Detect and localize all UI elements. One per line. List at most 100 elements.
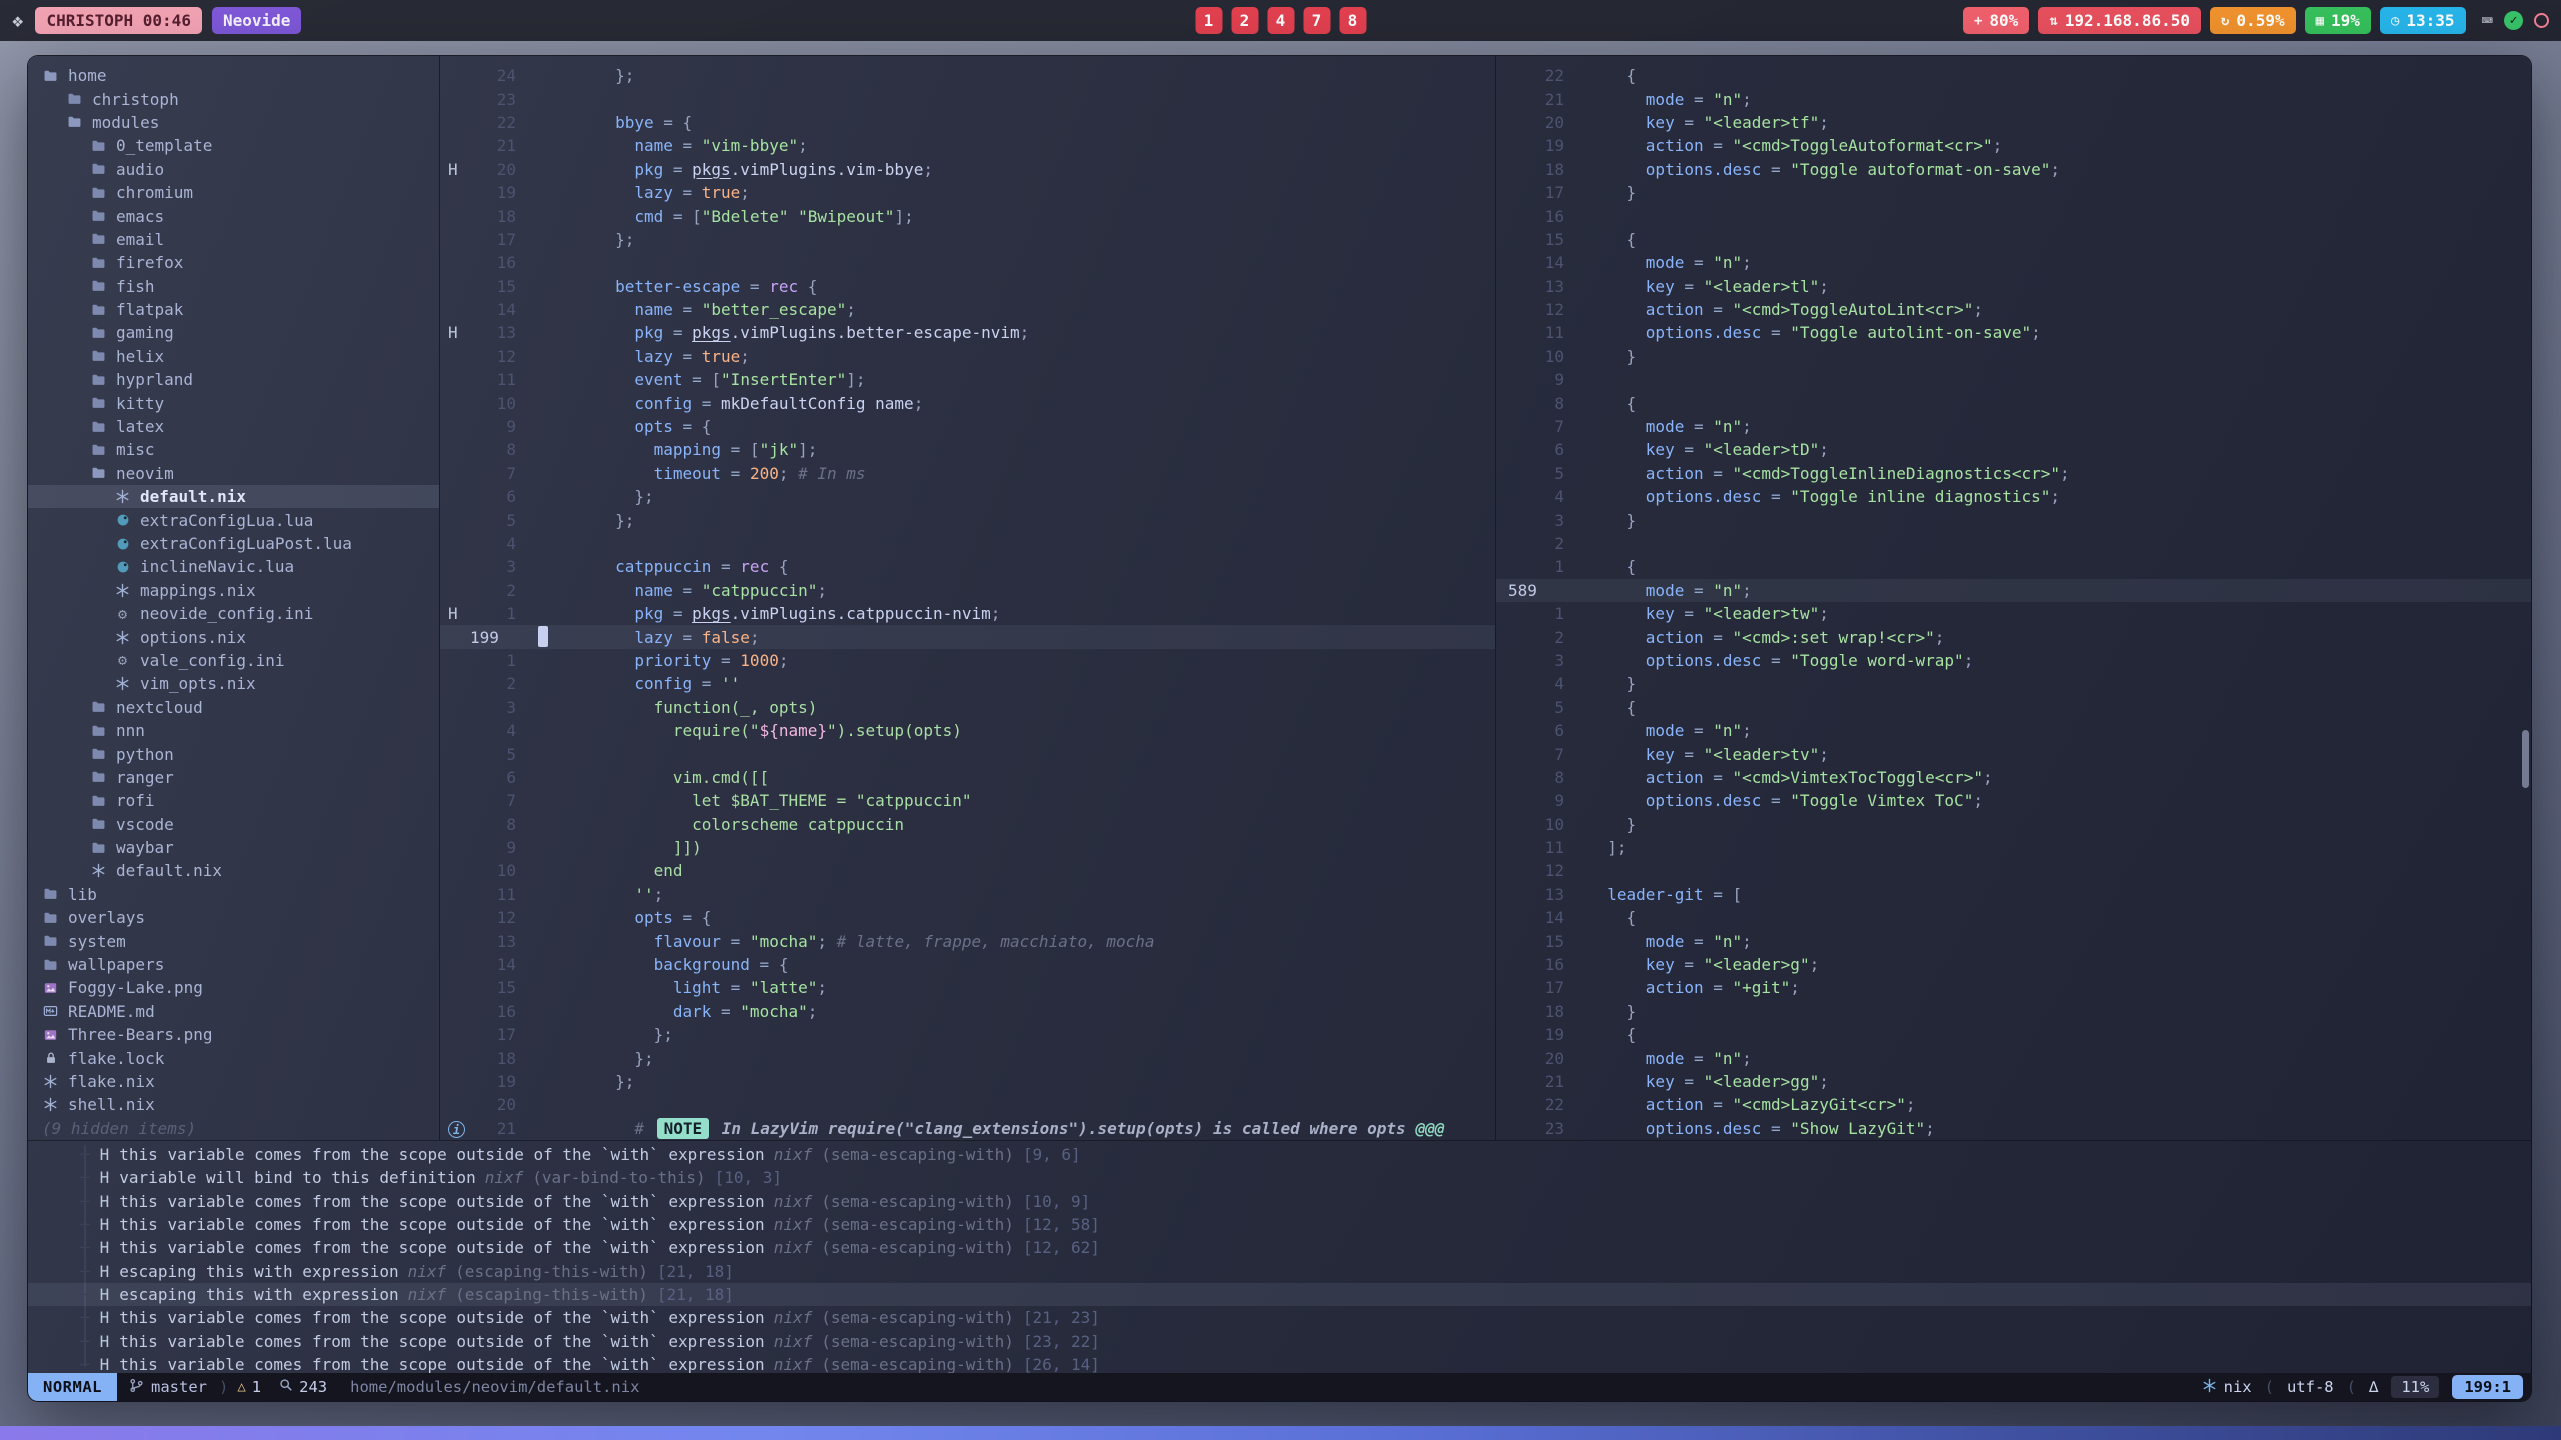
code-line[interactable]: 21 mode = "n"; [1496,87,2531,110]
code-line[interactable]: 6 mode = "n"; [1496,719,2531,742]
tree-item-modules[interactable]: modules [28,111,439,134]
diagnostic-row[interactable]: ─Hthis variable comes from the scope out… [28,1213,2531,1236]
git-branch[interactable]: master [117,1378,219,1397]
code-line[interactable]: 11 event = ["InsertEnter"]; [440,368,1495,391]
tree-item-nextcloud[interactable]: nextcloud [28,696,439,719]
code-line[interactable]: 589 mode = "n"; [1496,579,2531,602]
code-line[interactable]: 8 { [1496,391,2531,414]
app-badge[interactable]: Neovide [212,7,301,34]
code-line[interactable]: 9 options.desc = "Toggle Vimtex ToC"; [1496,789,2531,812]
code-line[interactable]: 18 }; [440,1046,1495,1069]
code-line[interactable]: 23 [440,87,1495,110]
code-line[interactable]: 16 key = "<leader>g"; [1496,953,2531,976]
code-line[interactable]: 4 require("${name}").setup(opts) [440,719,1495,742]
tree-item-fish[interactable]: fish [28,275,439,298]
code-line[interactable]: 15 mode = "n"; [1496,929,2531,952]
tree-item-neovide-config-ini[interactable]: ⚙neovide_config.ini [28,602,439,625]
tree-item-rofi[interactable]: rofi [28,789,439,812]
tree-item-overlays[interactable]: overlays [28,906,439,929]
code-line[interactable]: 20 key = "<leader>tf"; [1496,111,2531,134]
check-icon[interactable]: ✓ [2504,11,2523,30]
code-line[interactable]: 8 action = "<cmd>VimtexTocToggle<cr>"; [1496,766,2531,789]
code-line[interactable]: 17 }; [440,228,1495,251]
code-line[interactable]: 7 let $BAT_THEME = "catppuccin" [440,789,1495,812]
keyboard-icon[interactable]: ⌨ [2482,10,2493,32]
tree-item-audio[interactable]: audio [28,158,439,181]
code-line[interactable]: 4 } [1496,672,2531,695]
tree-item-nnn[interactable]: nnn [28,719,439,742]
diagnostic-row[interactable]: ─Hthis variable comes from the scope out… [28,1306,2531,1329]
workspace-8[interactable]: 8 [1339,7,1366,34]
code-line[interactable]: 13 key = "<leader>tl"; [1496,275,2531,298]
code-line[interactable]: 14 { [1496,906,2531,929]
code-line[interactable]: 21 name = "vim-bbye"; [440,134,1495,157]
tree-item-hyprland[interactable]: hyprland [28,368,439,391]
cpu-badge[interactable]: ↻0.59% [2210,7,2296,34]
code-line[interactable]: 2 config = '' [440,672,1495,695]
code-line[interactable]: 6 }; [440,485,1495,508]
code-line[interactable]: 14 mode = "n"; [1496,251,2531,274]
code-line[interactable]: 7 mode = "n"; [1496,415,2531,438]
tree-item-gaming[interactable]: gaming [28,321,439,344]
code-line[interactable]: 9 ]]) [440,836,1495,859]
tree-item-christoph[interactable]: christoph [28,87,439,110]
workspace-7[interactable]: 7 [1303,7,1330,34]
code-line[interactable]: 17 }; [440,1023,1495,1046]
tree-item-home[interactable]: home [28,64,439,87]
code-line[interactable]: 19 { [1496,1023,2531,1046]
code-line[interactable]: 12 lazy = true; [440,345,1495,368]
code-line[interactable]: 10 } [1496,813,2531,836]
code-line[interactable]: H13 pkg = pkgs.vimPlugins.better-escape-… [440,321,1495,344]
power-icon[interactable] [2534,13,2549,28]
diagnostic-row[interactable]: ─Hthis variable comes from the scope out… [28,1190,2531,1213]
code-line[interactable]: 6 key = "<leader>tD"; [1496,438,2531,461]
tree-item-system[interactable]: system [28,929,439,952]
code-line[interactable]: 12 [1496,859,2531,882]
tree-item-flake-nix[interactable]: flake.nix [28,1070,439,1093]
code-line[interactable]: 18 } [1496,1000,2531,1023]
code-line[interactable]: 16 dark = "mocha"; [440,1000,1495,1023]
code-line[interactable]: 16 [1496,204,2531,227]
code-line[interactable]: 2 [1496,532,2531,555]
code-line[interactable]: 3 options.desc = "Toggle word-wrap"; [1496,649,2531,672]
code-line[interactable]: 8 mapping = ["jk"]; [440,438,1495,461]
workspace-4[interactable]: 4 [1267,7,1294,34]
code-line[interactable]: H20 pkg = pkgs.vimPlugins.vim-bbye; [440,158,1495,181]
code-line[interactable]: 11 ''; [440,883,1495,906]
tree-item-foggy-lake-png[interactable]: Foggy-Lake.png [28,976,439,999]
tree-item-extraconfiglua-lua[interactable]: extraConfigLua.lua [28,508,439,531]
workspace-1[interactable]: 1 [1195,7,1222,34]
tree-item-lib[interactable]: lib [28,883,439,906]
tree-item-options-nix[interactable]: options.nix [28,625,439,648]
code-line[interactable]: 14 background = { [440,953,1495,976]
code-line[interactable]: 19 action = "<cmd>ToggleAutoformat<cr>"; [1496,134,2531,157]
code-line[interactable]: 5 }; [440,508,1495,531]
code-line[interactable]: 3 function(_, opts) [440,696,1495,719]
code-line[interactable]: 4 options.desc = "Toggle inline diagnost… [1496,485,2531,508]
code-line[interactable]: 15 light = "latte"; [440,976,1495,999]
tree-item-wallpapers[interactable]: wallpapers [28,953,439,976]
diagnostic-row[interactable]: ─Hescaping this with expressionnixf(esca… [28,1283,2531,1306]
code-line[interactable]: 3 } [1496,508,2531,531]
code-line[interactable]: 21 key = "<leader>gg"; [1496,1070,2531,1093]
warning-count[interactable]: △ 1 [228,1378,270,1396]
tree-item-waybar[interactable]: waybar [28,836,439,859]
code-line[interactable]: 9 opts = { [440,415,1495,438]
tree-item-vscode[interactable]: vscode [28,813,439,836]
session-badge[interactable]: CHRISTOPH 00:46 [35,7,202,34]
tree-item-neovim[interactable]: neovim [28,462,439,485]
tree-item-readme-md[interactable]: README.md [28,1000,439,1023]
code-line[interactable]: 10 config = mkDefaultConfig name; [440,391,1495,414]
scrollbar-thumb[interactable] [2522,730,2529,788]
code-line[interactable]: 11 ]; [1496,836,2531,859]
network-badge[interactable]: ⇅192.168.86.50 [2038,7,2201,34]
code-line[interactable]: 1 priority = 1000; [440,649,1495,672]
code-line[interactable]: 12 action = "<cmd>ToggleAutoLint<cr>"; [1496,298,2531,321]
code-line[interactable]: 10 } [1496,345,2531,368]
code-line[interactable]: 17 } [1496,181,2531,204]
tree-item-three-bears-png[interactable]: Three-Bears.png [28,1023,439,1046]
tree-item-firefox[interactable]: firefox [28,251,439,274]
code-line[interactable]: 2 action = "<cmd>:set wrap!<cr>"; [1496,625,2531,648]
tree-item-misc[interactable]: misc [28,438,439,461]
code-line[interactable]: 11 options.desc = "Toggle autolint-on-sa… [1496,321,2531,344]
